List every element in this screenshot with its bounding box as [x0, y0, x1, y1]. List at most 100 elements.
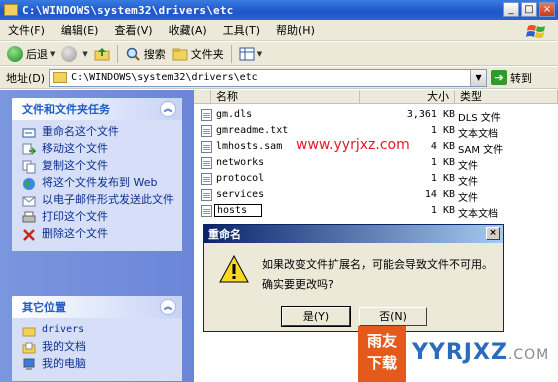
- email-icon: [22, 196, 36, 207]
- go-button[interactable]: ➔ 转到: [491, 70, 532, 86]
- place-my-computer[interactable]: 我的电脑: [22, 358, 174, 372]
- file-icon: [201, 141, 212, 153]
- minimize-button[interactable]: _: [503, 2, 519, 17]
- menu-edit[interactable]: 编辑(E): [53, 22, 107, 38]
- task-move[interactable]: 移动这个文件: [22, 143, 174, 157]
- column-size[interactable]: 大小: [360, 90, 455, 104]
- task-copy[interactable]: 复制这个文件: [22, 160, 174, 174]
- file-name: lmhosts.sam: [216, 141, 283, 152]
- toolbar: 后退 ▼ ▼ 搜索 文件夹 ▼: [0, 42, 558, 66]
- file-row[interactable]: protocol 1 KB 文件: [194, 171, 558, 188]
- menu-view[interactable]: 查看(V): [106, 22, 160, 38]
- file-type: 文件: [458, 161, 478, 172]
- rename-dialog: 重命名 × 如果改变文件扩展名，可能会导致文件不可用。 确实要更改吗? 是(Y)…: [203, 224, 504, 332]
- title-bar: C:\WINDOWS\system32\drivers\etc _ □ ×: [0, 0, 558, 20]
- folder-up-icon: [94, 47, 110, 60]
- search-icon: [126, 47, 140, 61]
- documents-folder-icon: [22, 342, 36, 354]
- search-button[interactable]: 搜索: [122, 44, 169, 64]
- task-print[interactable]: 打印这个文件: [22, 211, 174, 225]
- file-type: 文件: [458, 193, 478, 204]
- menu-bar: 文件(F) 编辑(E) 查看(V) 收藏(A) 工具(T) 帮助(H): [0, 20, 558, 41]
- address-bar: 地址(D) C:\WINDOWS\system32\drivers\etc ▼ …: [0, 67, 558, 89]
- other-places-panel: 其它位置 ︽ drivers 我的文档 我的电脑: [12, 296, 182, 381]
- window-title: C:\WINDOWS\system32\drivers\etc: [22, 3, 234, 17]
- folders-icon: [172, 48, 188, 60]
- panel-header[interactable]: 其它位置 ︽: [12, 296, 182, 318]
- dialog-title-bar: 重命名 ×: [204, 225, 503, 243]
- file-size: 1 KB: [430, 205, 455, 216]
- file-row[interactable]: gm.dls 3,361 KB DLS 文件: [194, 107, 558, 124]
- close-icon[interactable]: ×: [486, 227, 500, 240]
- place-my-documents[interactable]: 我的文档: [22, 341, 174, 355]
- file-tasks-panel: 文件和文件夹任务 ︽ 重命名这个文件 移动这个文件 复制这个文件 将这个文件发布…: [12, 98, 182, 251]
- chevron-down-icon[interactable]: ▼: [50, 50, 55, 58]
- place-label: 我的文档: [42, 340, 86, 353]
- task-pane: 文件和文件夹任务 ︽ 重命名这个文件 移动这个文件 复制这个文件 将这个文件发布…: [0, 90, 194, 382]
- forward-button[interactable]: ▼: [58, 44, 90, 64]
- menu-favorites[interactable]: 收藏(A): [161, 22, 215, 38]
- folders-button[interactable]: 文件夹: [169, 44, 227, 64]
- collapse-chevron-icon[interactable]: ︽: [160, 299, 176, 315]
- address-label: 地址(D): [6, 71, 46, 85]
- up-button[interactable]: [91, 44, 113, 64]
- place-drivers[interactable]: drivers: [22, 324, 174, 338]
- folder-icon: [53, 72, 68, 83]
- chevron-down-icon[interactable]: ▼: [470, 69, 487, 86]
- windows-logo-icon: [526, 25, 545, 38]
- warning-icon: [219, 255, 249, 283]
- file-type: DLS 文件: [458, 113, 501, 124]
- views-button[interactable]: ▼: [236, 44, 265, 64]
- back-label: 后退: [26, 47, 48, 61]
- file-row[interactable]: services 14 KB 文件: [194, 187, 558, 204]
- file-type: 文本文档: [458, 209, 498, 220]
- chevron-down-icon[interactable]: ▼: [82, 50, 87, 58]
- panel-header[interactable]: 文件和文件夹任务 ︽: [12, 98, 182, 120]
- panel-title: 文件和文件夹任务: [22, 103, 110, 116]
- yes-button[interactable]: 是(Y): [281, 306, 351, 327]
- brand-suffix: .COM: [507, 347, 550, 363]
- file-icon: [201, 189, 212, 201]
- file-size: 3,361 KB: [406, 109, 455, 120]
- file-size: 1 KB: [430, 125, 455, 136]
- task-publish-web[interactable]: 将这个文件发布到 Web: [22, 177, 174, 191]
- back-button[interactable]: 后退 ▼: [4, 44, 58, 64]
- panel-title: 其它位置: [22, 301, 66, 314]
- collapse-chevron-icon[interactable]: ︽: [160, 101, 176, 117]
- file-icon: [201, 205, 212, 217]
- dialog-message: 如果改变文件扩展名，可能会导致文件不可用。 确实要更改吗?: [262, 255, 493, 295]
- move-icon: [22, 143, 36, 155]
- place-label: drivers: [42, 324, 85, 335]
- computer-icon: [23, 358, 35, 370]
- file-name: gm.dls: [216, 109, 253, 120]
- toolbar-divider: [116, 44, 118, 63]
- task-email[interactable]: 以电子邮件形式发送此文件: [22, 194, 174, 208]
- file-icon: [201, 109, 212, 121]
- file-name[interactable]: hosts: [214, 204, 263, 217]
- menu-help[interactable]: 帮助(H): [268, 22, 323, 38]
- file-icon: [201, 125, 212, 137]
- file-size: 1 KB: [430, 157, 455, 168]
- place-label: 我的电脑: [42, 357, 86, 370]
- column-name[interactable]: 名称: [211, 90, 360, 104]
- no-button[interactable]: 否(N): [359, 307, 427, 326]
- menu-tools[interactable]: 工具(T): [215, 22, 268, 38]
- file-size: 14 KB: [424, 189, 455, 200]
- maximize-button[interactable]: □: [521, 2, 537, 17]
- address-path[interactable]: C:\WINDOWS\system32\drivers\etc: [71, 72, 258, 83]
- column-type[interactable]: 类型: [455, 90, 558, 104]
- folder-icon: [22, 327, 36, 337]
- menu-file[interactable]: 文件(F): [0, 22, 53, 38]
- file-row[interactable]: networks 1 KB 文件: [194, 155, 558, 172]
- chevron-down-icon[interactable]: ▼: [257, 50, 262, 58]
- file-name: gmreadme.txt: [216, 125, 289, 136]
- task-delete[interactable]: 删除这个文件: [22, 228, 174, 242]
- file-name: services: [216, 189, 265, 200]
- task-rename[interactable]: 重命名这个文件: [22, 126, 174, 140]
- address-input[interactable]: C:\WINDOWS\system32\drivers\etc ▼: [49, 68, 488, 87]
- brand-badge: 雨友 下载: [358, 326, 406, 382]
- close-button[interactable]: ×: [539, 2, 555, 17]
- task-label: 复制这个文件: [42, 159, 108, 172]
- task-label: 以电子邮件形式发送此文件: [42, 193, 174, 206]
- file-row[interactable]: hosts 1 KB 文本文档: [194, 203, 558, 220]
